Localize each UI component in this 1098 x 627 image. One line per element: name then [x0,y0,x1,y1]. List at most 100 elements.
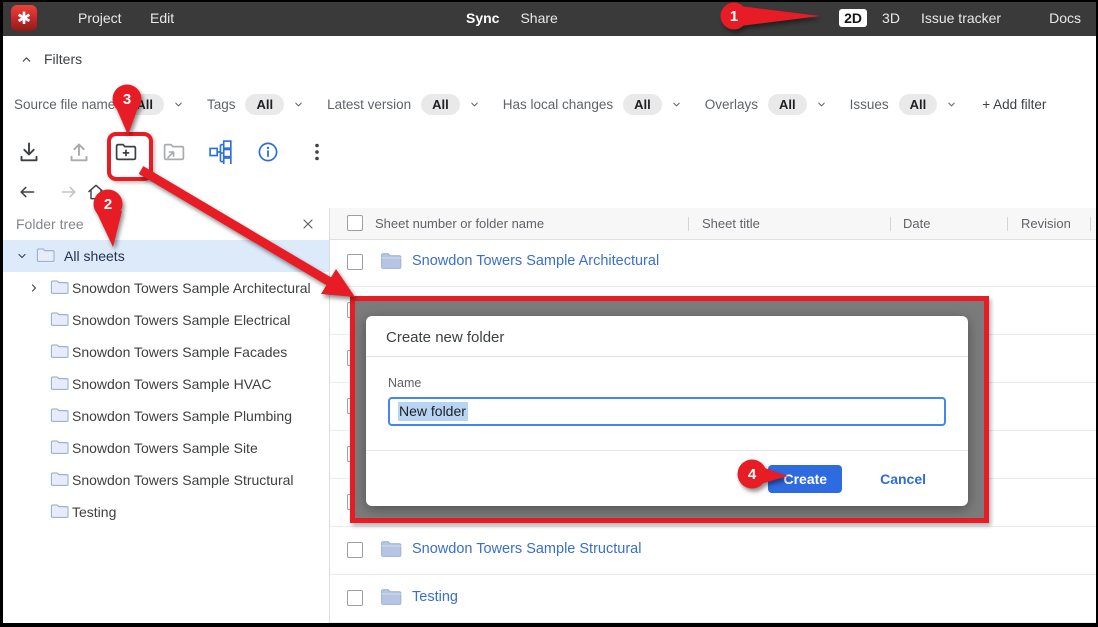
tree-item-label: Snowdon Towers Sample HVAC [72,376,271,392]
filter-issues[interactable]: Issues All [850,94,958,115]
folder-tree: All sheets Snowdon Towers Sample Archite… [0,240,329,627]
menu-sync[interactable]: Sync [466,10,499,26]
revizto-logo-icon[interactable]: ✱ [11,5,37,31]
folder-tree-panel: Folder tree All sheets Snowdon Towers Sa… [0,208,330,627]
tab-3d[interactable]: 3D [882,10,900,26]
chevron-down-icon [671,99,682,110]
column-divider [1007,217,1008,231]
forward-icon[interactable] [59,182,79,202]
tab-issue-tracker[interactable]: Issue tracker [921,10,1001,26]
column-header: Date [903,216,930,231]
folder-tree-title: Folder tree [16,216,84,232]
chevron-down-icon [946,99,957,110]
folder-link[interactable]: Snowdon Towers Sample Structural [412,541,641,557]
dialog-title: Create new folder [386,329,504,346]
dialog-footer: Create Cancel [366,450,968,506]
table-row[interactable]: Snowdon Towers Sample Architectural [330,239,1098,287]
column-header: Revision [1021,216,1071,231]
folder-name-input[interactable]: New folder [388,397,946,426]
tree-item[interactable]: Snowdon Towers Sample HVAC [0,368,329,400]
menu-project[interactable]: Project [78,10,122,26]
folder-link[interactable]: Snowdon Towers Sample Architectural [412,253,659,269]
filter-label: Tags [207,97,236,112]
folder-icon [50,311,69,327]
dialog-header: Create new folder [366,316,968,357]
download-icon[interactable] [17,140,41,164]
folder-link[interactable]: Testing [412,589,458,605]
filters-collapse-toggle[interactable]: Filters [20,51,82,67]
column-header: Sheet title [702,216,760,231]
chevron-down-icon [173,99,184,110]
tree-item[interactable]: Snowdon Towers Sample Electrical [0,304,329,336]
filter-label: Issues [850,97,889,112]
info-icon[interactable] [256,140,280,164]
tree-item[interactable]: Snowdon Towers Sample Architectural [0,272,329,304]
folder-icon [50,343,69,359]
create-button[interactable]: Create [768,465,842,493]
row-checkbox[interactable] [347,590,363,606]
chevron-down-icon[interactable] [16,250,28,262]
column-divider [1090,217,1091,231]
tree-item[interactable]: Snowdon Towers Sample Facades [0,336,329,368]
filter-has-local-changes[interactable]: Has local changes All [503,94,682,115]
column-divider [890,217,891,231]
chevron-down-icon [816,99,827,110]
tree-item-label: Snowdon Towers Sample Site [72,440,258,456]
filter-label: Has local changes [503,97,613,112]
select-all-checkbox[interactable] [347,215,363,231]
folder-icon [50,471,69,487]
add-filter-button[interactable]: + Add filter [982,97,1046,112]
folder-icon [380,252,402,270]
more-options-icon[interactable] [305,140,329,164]
annotation-highlight-new-folder [107,132,153,181]
filters-title: Filters [44,51,82,67]
column-divider [688,217,689,231]
selected-input-text: New folder [398,402,468,421]
filter-overlays[interactable]: Overlays All [705,94,827,115]
folder-icon [50,407,69,423]
tab-2d[interactable]: 2D [839,9,867,27]
filter-label: Latest version [327,97,411,112]
folder-icon [380,540,402,558]
name-field-label: Name [388,376,421,390]
tab-docs[interactable]: Docs [1049,10,1081,26]
folder-icon [50,439,69,455]
close-icon[interactable] [300,216,316,232]
tree-item[interactable]: Snowdon Towers Sample Plumbing [0,400,329,432]
table-row[interactable]: Testing [330,575,1098,623]
column-header: Sheet number or folder name [375,216,544,231]
filter-latest-version[interactable]: Latest version All [327,94,480,115]
tree-item[interactable]: Snowdon Towers Sample Structural [0,464,329,496]
tree-item[interactable]: Testing [0,496,329,528]
filter-row: Source file name All Tags All Latest ver… [14,94,1046,115]
move-to-folder-icon[interactable] [162,140,186,164]
tree-item-label: Snowdon Towers Sample Plumbing [72,408,292,424]
tree-item-label: Testing [72,504,116,520]
top-menu-bar: ✱ Project Edit Sync Share 2D 3D Issue tr… [0,0,1098,36]
tree-item-label: Snowdon Towers Sample Structural [72,472,294,488]
upload-icon[interactable] [67,140,91,164]
filter-value-pill: All [623,94,662,115]
row-checkbox[interactable] [347,542,363,558]
row-checkbox[interactable] [347,254,363,270]
tree-item-all-sheets[interactable]: All sheets [0,240,329,272]
filter-label: Overlays [705,97,758,112]
chevron-down-icon [293,99,304,110]
table-row[interactable]: Snowdon Towers Sample Structural [330,527,1098,575]
sheet-tree-icon[interactable] [209,140,233,164]
chevron-right-icon[interactable] [28,282,40,294]
create-folder-dialog: Create new folder Name New folder Create… [366,316,968,506]
filter-source-file-name[interactable]: Source file name All [14,94,184,115]
tree-item[interactable]: Snowdon Towers Sample Site [0,432,329,464]
menu-edit[interactable]: Edit [150,10,174,26]
menu-share[interactable]: Share [520,10,557,26]
tree-item-label: Snowdon Towers Sample Facades [72,344,287,360]
filter-value-pill: All [768,94,807,115]
cancel-button[interactable]: Cancel [880,471,926,487]
folder-icon [50,503,69,519]
filter-tags[interactable]: Tags All [207,94,304,115]
back-icon[interactable] [17,182,37,202]
home-icon[interactable] [86,182,106,202]
app-window: ✱ Project Edit Sync Share 2D 3D Issue tr… [0,0,1098,627]
filter-value-pill: All [245,94,284,115]
